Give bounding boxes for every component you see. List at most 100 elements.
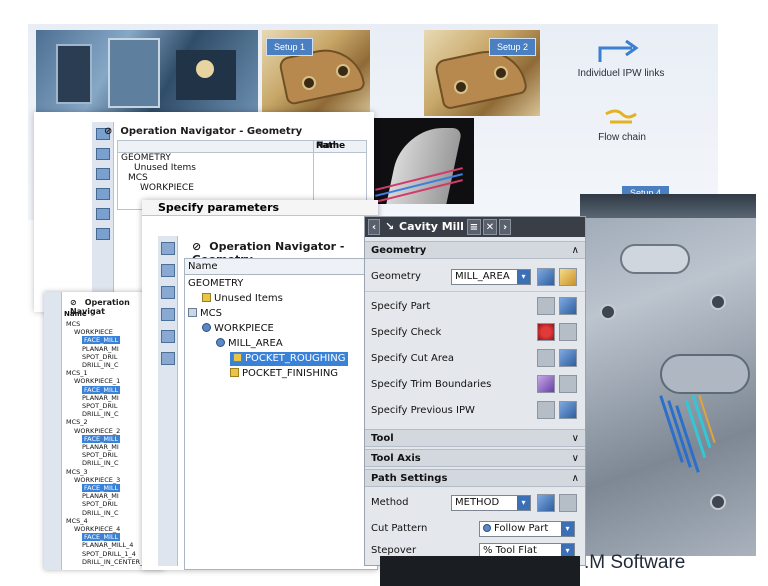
- pin-icon[interactable]: ⊘: [192, 240, 201, 253]
- tool-icon[interactable]: [161, 308, 175, 321]
- tree-row[interactable]: MCS_3: [66, 468, 88, 476]
- new-method-icon[interactable]: [559, 494, 577, 512]
- left-toolbar: [44, 292, 62, 570]
- tree-label: GEOMETRY: [188, 278, 244, 289]
- tree-row-mill-area[interactable]: MILL_AREA: [216, 337, 283, 351]
- tree-row[interactable]: GEOMETRY: [121, 153, 171, 163]
- ipw-link-arrow-icon: [598, 39, 639, 62]
- tree-label: POCKET_ROUGHING: [245, 353, 346, 364]
- tree-row[interactable]: FACE_MILL: [82, 385, 121, 394]
- tree-row-geometry[interactable]: GEOMETRY: [188, 277, 243, 291]
- tree-row[interactable]: FACE_MILL: [82, 434, 121, 443]
- tree-row[interactable]: Unused Items: [134, 163, 196, 173]
- new-geometry-icon[interactable]: [559, 268, 577, 286]
- edit-geometry-icon[interactable]: [537, 268, 555, 286]
- tree-row[interactable]: MCS: [66, 320, 80, 328]
- tree-row[interactable]: SPOT_DRIL: [82, 500, 117, 508]
- geometry-select[interactable]: MILL_AREA ▾: [451, 269, 531, 285]
- tree-row[interactable]: WORKPIECE_3: [74, 476, 120, 484]
- cavity-mill-dialog: ‹ ↘ Cavity Mill ≡ ✕ › Geometry ∧ Geometry…: [364, 216, 586, 566]
- cut-pattern-select[interactable]: Follow Part ▾: [479, 521, 575, 537]
- show-part-icon[interactable]: [559, 297, 577, 315]
- tree-row[interactable]: SPOT_DRIL: [82, 451, 117, 459]
- tree-row[interactable]: PLANAR_MI: [82, 345, 119, 353]
- specify-ipw-label: Specify Previous IPW: [371, 405, 475, 416]
- tree-row-mcs[interactable]: MCS: [188, 307, 222, 321]
- tool-icon[interactable]: [161, 352, 175, 365]
- tool-icon[interactable]: [96, 168, 110, 180]
- tree-row-unused items[interactable]: Unused Items: [202, 292, 283, 306]
- tree-row[interactable]: DRILL_IN_C: [82, 361, 119, 369]
- tool-icon[interactable]: [161, 286, 175, 299]
- show-ipw-icon[interactable]: [559, 401, 577, 419]
- tree-label: POCKET_FINISHING: [242, 368, 339, 379]
- window-title: Specify parameters: [142, 200, 378, 216]
- tree-row[interactable]: FACE_MILL: [82, 533, 121, 542]
- tree-row[interactable]: FACE_MILL: [82, 336, 121, 345]
- tree-row[interactable]: PLANAR_MILL_4: [82, 541, 133, 549]
- specify-check-label: Specify Check: [371, 327, 442, 338]
- tree-row[interactable]: PLANAR_MI: [82, 492, 119, 500]
- tree-row[interactable]: DRILL_IN_C: [82, 509, 119, 517]
- tree-row[interactable]: WORKPIECE: [140, 183, 194, 193]
- show-cut-area-icon[interactable]: [559, 349, 577, 367]
- tree-row[interactable]: PLANAR_MI: [82, 443, 119, 451]
- tree-row[interactable]: DRILL_IN_C: [82, 410, 119, 418]
- section-tool[interactable]: Tool ∨: [365, 429, 585, 447]
- col-path[interactable]: Path: [316, 141, 339, 151]
- tree-row-pocket-roughing[interactable]: POCKET_ROUGHING: [230, 352, 349, 366]
- tree-row[interactable]: SPOT_DRIL: [82, 402, 117, 410]
- follow-part-icon: [483, 524, 491, 532]
- tree-row[interactable]: MCS: [128, 173, 148, 183]
- col-name[interactable]: Name: [185, 259, 377, 275]
- tree-row[interactable]: PLANAR_MI: [82, 394, 119, 402]
- menu-icon[interactable]: ≡: [467, 219, 481, 235]
- tool-icon[interactable]: [96, 188, 110, 200]
- tree-row[interactable]: DRILL_IN_C: [82, 459, 119, 467]
- geometry-label: Geometry: [371, 271, 421, 282]
- tool-icon[interactable]: [96, 148, 110, 160]
- tree-row[interactable]: WORKPIECE: [74, 328, 113, 336]
- select-cut-area-icon[interactable]: [537, 349, 555, 367]
- tree-row[interactable]: WORKPIECE_4: [74, 525, 120, 533]
- tool-icon[interactable]: [96, 208, 110, 220]
- tool-icon[interactable]: [161, 264, 175, 277]
- tree-row-pocket-finishing[interactable]: POCKET_FINISHING: [230, 367, 338, 381]
- workpiece-icon: [202, 323, 211, 332]
- select-part-icon[interactable]: [537, 297, 555, 315]
- edit-method-icon[interactable]: [537, 494, 555, 512]
- tool-icon[interactable]: [96, 228, 110, 240]
- method-select[interactable]: METHOD ▾: [451, 495, 531, 511]
- show-check-icon[interactable]: [559, 323, 577, 341]
- col-name: Name: [64, 310, 87, 318]
- select-ipw-icon[interactable]: [537, 401, 555, 419]
- tree-row[interactable]: SPOT_DRILL_1_4: [82, 550, 136, 558]
- footer-text: .M Software: [584, 552, 686, 573]
- section-geometry[interactable]: Geometry ∧: [365, 241, 585, 259]
- cad-part-viewport[interactable]: [580, 194, 756, 556]
- tool-icon[interactable]: [161, 330, 175, 343]
- collapse-left-icon[interactable]: ‹: [368, 219, 380, 235]
- tree-row[interactable]: MCS_4: [66, 517, 88, 525]
- tree-row[interactable]: MCS_1: [66, 369, 88, 377]
- tree-row[interactable]: MCS_2: [66, 418, 88, 426]
- section-tool-axis[interactable]: Tool Axis ∨: [365, 449, 585, 467]
- tree-row[interactable]: SPOT_DRIL: [82, 353, 117, 361]
- op-icon: [233, 353, 242, 362]
- collapse-right-icon[interactable]: ›: [499, 219, 511, 235]
- tree-row[interactable]: FACE_MILL: [82, 484, 121, 492]
- mill-icon: [216, 338, 225, 347]
- tree-row-workpiece[interactable]: WORKPIECE: [202, 322, 274, 336]
- section-path-settings[interactable]: Path Settings ∧: [365, 469, 585, 487]
- pin-icon[interactable]: ⊘: [104, 126, 112, 137]
- tool-icon[interactable]: [161, 242, 175, 255]
- tree-row[interactable]: WORKPIECE_1: [74, 377, 120, 385]
- select-check-icon[interactable]: [537, 323, 555, 341]
- stepover-label: Stepover: [371, 545, 417, 556]
- show-trim-icon[interactable]: [559, 375, 577, 393]
- select-trim-icon[interactable]: [537, 375, 555, 393]
- close-icon[interactable]: ✕: [483, 219, 497, 235]
- dialog-title: Cavity Mill: [399, 220, 464, 233]
- cad-blade-render: [364, 118, 474, 204]
- tree-row[interactable]: WORKPIECE_2: [74, 427, 120, 435]
